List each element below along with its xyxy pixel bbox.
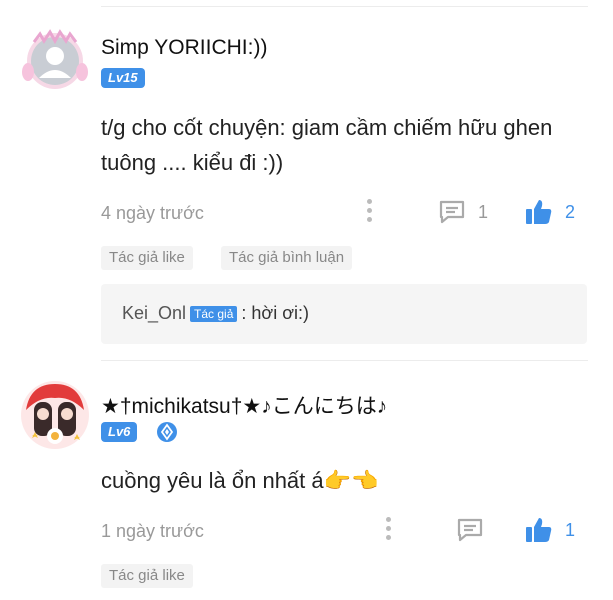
author-replied-tag: Tác giả bình luận (221, 246, 353, 270)
comment-icon (457, 518, 483, 542)
username[interactable]: ★†michikatsu†★♪こんにちは♪ (101, 390, 387, 420)
level-badge: Lv15 (101, 68, 145, 88)
comment-text: cuồng yêu là ổn nhất á👉👈 (101, 468, 379, 493)
like-count: 1 (565, 519, 576, 540)
author-liked-tag: Tác giả like (101, 564, 193, 588)
comment-time: 4 ngày trước (101, 203, 204, 223)
like-button[interactable]: 1 (525, 516, 575, 544)
top-divider (101, 6, 588, 7)
user-avatar[interactable] (22, 26, 88, 92)
comment-count: 1 (478, 201, 489, 222)
reply-button[interactable] (456, 517, 484, 543)
reply-button[interactable]: 1 (438, 199, 488, 225)
thumbs-up-icon (526, 518, 552, 542)
like-count: 2 (565, 201, 576, 222)
comment-icon (439, 200, 465, 224)
comment-text: t/g cho cốt chuyện: giam cầm chiếm hữu g… (101, 115, 553, 175)
more-options-icon[interactable] (367, 199, 373, 226)
like-button[interactable]: 2 (525, 198, 575, 226)
reply-username[interactable]: Kei_Onl (122, 303, 186, 324)
author-badge: Tác giả (190, 305, 238, 322)
username[interactable]: Simp YORIICHI:)) (101, 36, 267, 60)
reply-text: : hời ơi:) (241, 303, 310, 323)
comment-divider (101, 360, 588, 361)
thumbs-up-icon (526, 200, 552, 224)
comment-time: 1 ngày trước (101, 521, 204, 541)
author-liked-tag: Tác giả like (101, 246, 193, 270)
level-badge: Lv6 (101, 422, 138, 442)
reply-preview[interactable]: Kei_Onl Tác giả : hời ơi:) (101, 284, 587, 344)
more-options-icon[interactable] (386, 517, 392, 544)
vip-badge-icon (157, 422, 177, 442)
user-avatar[interactable] (20, 380, 90, 450)
